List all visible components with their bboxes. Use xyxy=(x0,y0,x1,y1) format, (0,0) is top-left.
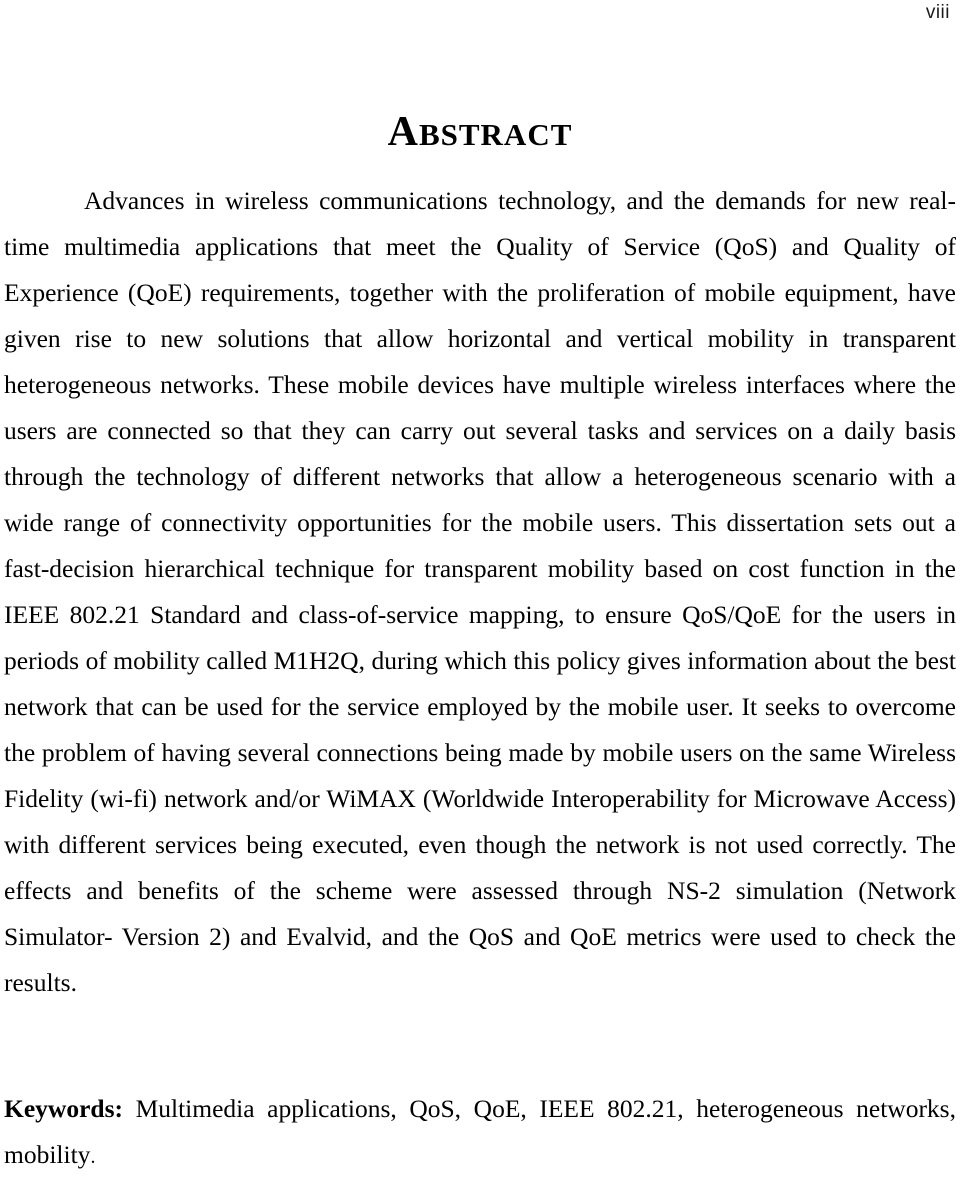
abstract-body: Advances in wireless communications tech… xyxy=(4,178,956,1006)
keywords-list: Multimedia applications, QoS, QoE, IEEE … xyxy=(4,1094,956,1169)
keywords-label: Keywords: xyxy=(4,1094,123,1123)
abstract-paragraph: Advances in wireless communications tech… xyxy=(4,186,956,997)
page-number: viii xyxy=(925,2,950,23)
page-title-initial: A xyxy=(387,109,419,156)
keywords-block: Keywords: Multimedia applications, QoS, … xyxy=(4,1086,956,1180)
abstract-page: viii ABSTRACT Advances in wireless commu… xyxy=(0,0,960,1169)
page-title: ABSTRACT xyxy=(0,108,960,159)
keywords-terminator: . xyxy=(90,1146,96,1168)
keywords-line: Keywords: Multimedia applications, QoS, … xyxy=(4,1086,956,1180)
page-title-remainder: BSTRACT xyxy=(418,117,573,153)
